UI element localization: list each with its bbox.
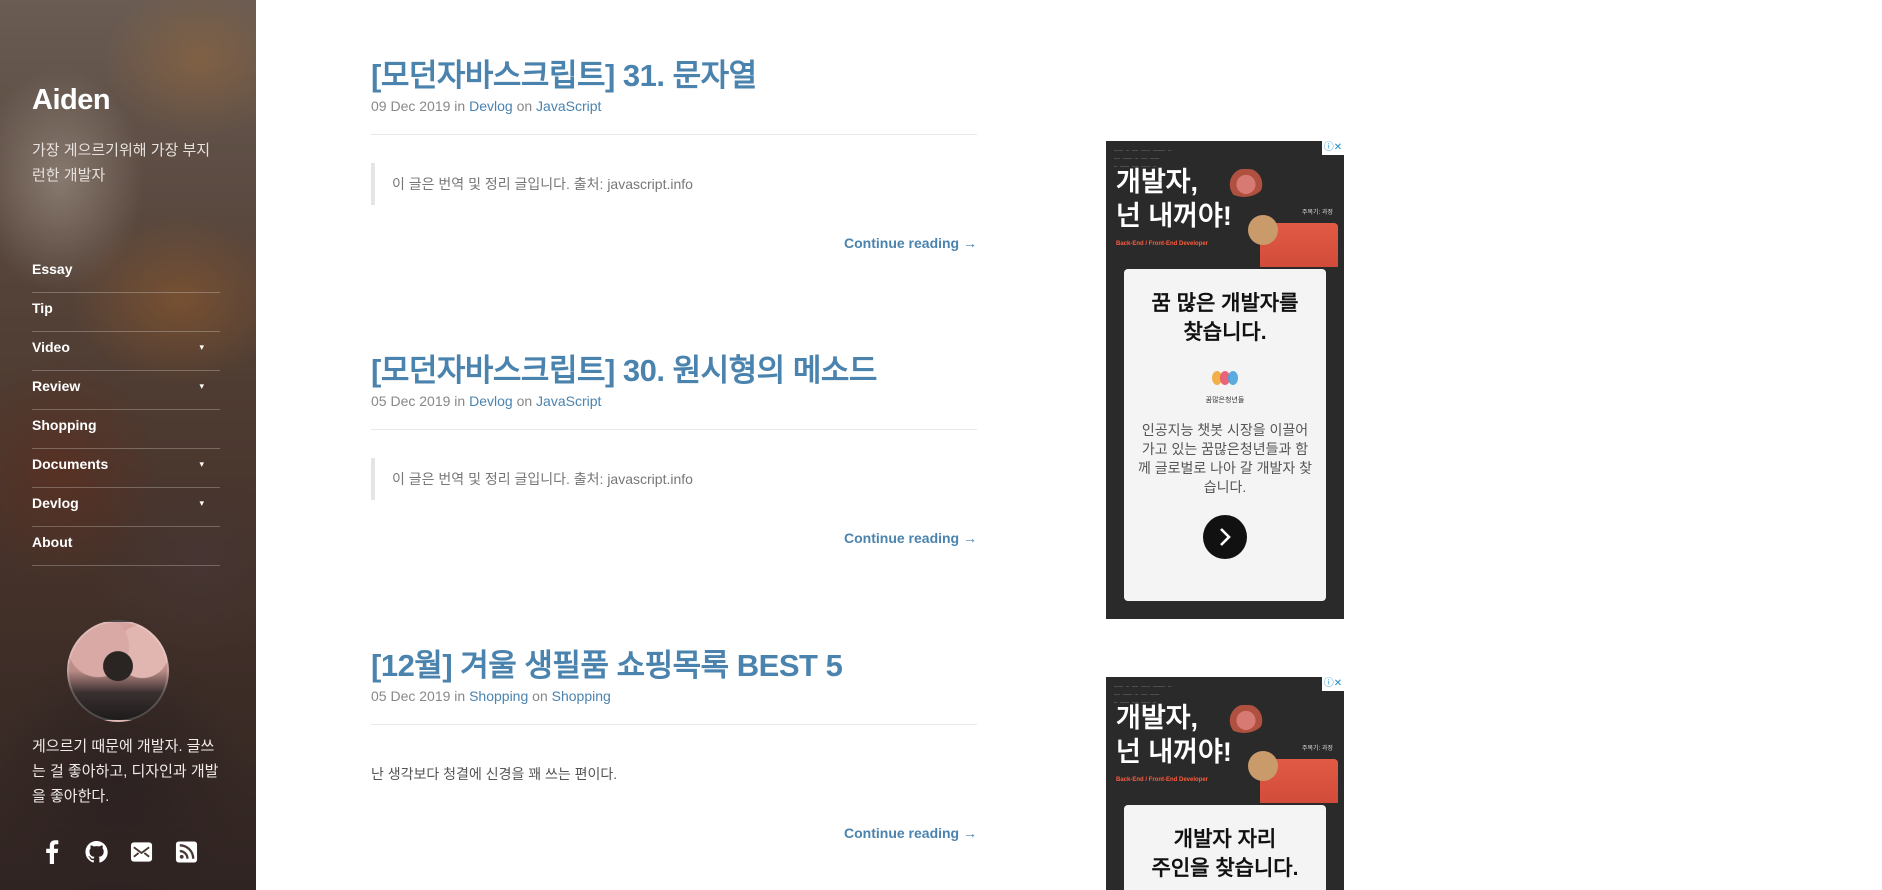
post-category-link[interactable]: Shopping: [469, 688, 528, 704]
sidebar-item-label: Devlog: [32, 495, 79, 511]
chevron-right-icon[interactable]: [1203, 515, 1247, 559]
adchoices-icon[interactable]: ⓘ✕: [1322, 141, 1344, 155]
ad-headline-line: 개발자,: [1116, 167, 1199, 197]
meta-in-word: in: [454, 98, 466, 114]
caret-down-icon[interactable]: ▾: [199, 488, 204, 518]
adchoices-icon[interactable]: ⓘ✕: [1322, 677, 1344, 691]
meta-on-word: on: [532, 688, 548, 704]
continue-reading-link[interactable]: Continue reading →: [844, 530, 977, 546]
post-divider: [371, 429, 977, 430]
post-tag-link[interactable]: JavaScript: [536, 98, 601, 114]
ad-card-title-line: 개발자 자리: [1173, 828, 1277, 851]
site-title[interactable]: Aiden: [32, 84, 111, 117]
avatar: [67, 620, 169, 722]
sidebar-item-devlog[interactable]: Devlog ▾: [32, 488, 220, 527]
sidebar-item-label: Review: [32, 378, 81, 394]
post-excerpt: 난 생각보다 청결에 신경을 꽤 쓰는 편이다.: [371, 766, 618, 782]
post-date: 05 Dec 2019: [371, 393, 451, 409]
ad-card[interactable]: 꿈 많은 개발자를 찾습니다. 꿈많은청년들 인공지능 챗봇 시장을 이끌어가고…: [1124, 269, 1326, 601]
person-illustration: [1248, 215, 1338, 267]
github-icon[interactable]: [85, 840, 108, 863]
ad-subline: Back-End / Front-End Developer: [1116, 241, 1209, 247]
ad-headline: 개발자, 넌 내꺼야!: [1116, 701, 1232, 769]
rss-icon[interactable]: [175, 840, 198, 863]
post-meta: 05 Dec 2019 in Devlog on JavaScript: [371, 393, 601, 409]
caret-down-icon[interactable]: ▾: [199, 371, 204, 401]
sidebar-item-label: Shopping: [32, 417, 97, 433]
ad-headline: 개발자, 넌 내꺼야!: [1116, 165, 1232, 233]
post-title[interactable]: [12월] 겨울 생필품 쇼핑목록 BEST 5: [371, 640, 977, 685]
sidebar-item-label: Essay: [32, 261, 73, 277]
ad-card-title: 개발자 자리 주인을 찾습니다.: [1124, 825, 1326, 883]
ad-tag-text: 주목기: 과정: [1302, 210, 1333, 216]
caret-down-icon[interactable]: ▾: [199, 332, 204, 362]
ad-headline-line: 넌 내꺼야!: [1116, 737, 1232, 767]
meta-on-word: on: [516, 393, 533, 409]
post-category-link[interactable]: Devlog: [469, 98, 513, 114]
post-item: [12월] 겨울 생필품 쇼핑목록 BEST 5 05 Dec 2019 in …: [371, 640, 977, 841]
post-item: [모던자바스크립트] 30. 원시형의 메소드 05 Dec 2019 in D…: [371, 345, 977, 546]
ad-card-title-line: 찾습니다.: [1183, 321, 1267, 344]
post-tag-link[interactable]: JavaScript: [536, 393, 601, 409]
post-excerpt-quote: 이 글은 번역 및 정리 글입니다. 출처: javascript.info: [371, 458, 971, 500]
post-date: 09 Dec 2019: [371, 98, 451, 114]
social-links: [40, 839, 198, 864]
sidebar-nav: Essay Tip Video ▾ Review ▾ Shopping Docume…: [32, 254, 220, 566]
meta-in-word: in: [454, 688, 466, 704]
sidebar: Aiden 가장 게으르기위해 가장 부지런한 개발자 Essay Tip Vi…: [0, 0, 256, 890]
sidebar-item-label: Documents: [32, 456, 109, 472]
ad-card-title-line: 주인을 찾습니다.: [1151, 857, 1299, 880]
person-illustration: [1248, 751, 1338, 803]
sidebar-item-essay[interactable]: Essay: [32, 254, 220, 293]
post-meta: 09 Dec 2019 in Devlog on JavaScript: [371, 98, 601, 114]
mail-icon[interactable]: [130, 840, 153, 863]
post-excerpt-quote: 이 글은 번역 및 정리 글입니다. 출처: javascript.info: [371, 163, 971, 205]
post-divider: [371, 724, 977, 725]
post-meta: 05 Dec 2019 in Shopping on Shopping: [371, 688, 611, 704]
sidebar-item-shopping[interactable]: Shopping: [32, 410, 220, 449]
ad-headline-line: 개발자,: [1116, 703, 1199, 733]
ad-card-title: 꿈 많은 개발자를 찾습니다.: [1124, 289, 1326, 347]
ad-headline-line: 넌 내꺼야!: [1116, 201, 1232, 231]
author-bio: 게으르기 때문에 개발자. 글쓰는 걸 좋아하고, 디자인과 개발을 좋아한다.: [32, 738, 219, 805]
sidebar-item-review[interactable]: Review ▾: [32, 371, 220, 410]
company-logo-icon: [1210, 371, 1240, 393]
sidebar-item-label: About: [32, 534, 73, 550]
ad-banner[interactable]: ⓘ✕ ─── ─ ── ─── ──── ─ ── ─── ─ ── ─── ─ ─…: [1106, 141, 1344, 619]
sidebar-item-label: Video: [32, 339, 70, 355]
ad-subline: Back-End / Front-End Developer: [1116, 777, 1209, 783]
ad-banner[interactable]: ⓘ✕ ─── ─ ── ─── ──── ─ ── ─── ─ ── ─── ─ ─…: [1106, 677, 1344, 890]
post-tag-link[interactable]: Shopping: [552, 688, 611, 704]
post-title[interactable]: [모던자바스크립트] 30. 원시형의 메소드: [371, 345, 977, 390]
ad-card[interactable]: 개발자 자리 주인을 찾습니다.: [1124, 805, 1326, 890]
sidebar-item-about[interactable]: About: [32, 527, 220, 566]
ad-card-title-line: 꿈 많은 개발자를: [1151, 292, 1299, 315]
meta-on-word: on: [516, 98, 533, 114]
post-divider: [371, 134, 977, 135]
post-item: [모던자바스크립트] 31. 문자열 09 Dec 2019 in Devlog…: [371, 50, 977, 251]
site-description: 가장 게으르기위해 가장 부지런한 개발자: [32, 142, 211, 184]
post-date: 05 Dec 2019: [371, 688, 451, 704]
caret-down-icon[interactable]: ▾: [199, 449, 204, 479]
post-title[interactable]: [모던자바스크립트] 31. 문자열: [371, 50, 977, 95]
facebook-icon[interactable]: [40, 839, 63, 864]
ad-tag-text: 주목기: 과정: [1302, 746, 1333, 752]
ad-card-body: 인공지능 챗봇 시장을 이끌어가고 있는 꿈많은청년들과 함께 글로벌로 나아 …: [1138, 422, 1313, 495]
continue-reading-link[interactable]: Continue reading →: [844, 825, 977, 841]
company-logo-text: 꿈많은청년들: [1205, 397, 1245, 404]
sidebar-item-documents[interactable]: Documents ▾: [32, 449, 220, 488]
sidebar-item-label: Tip: [32, 300, 53, 316]
sidebar-item-video[interactable]: Video ▾: [32, 332, 220, 371]
post-category-link[interactable]: Devlog: [469, 393, 513, 409]
meta-in-word: in: [454, 393, 466, 409]
sidebar-item-tip[interactable]: Tip: [32, 293, 220, 332]
continue-reading-link[interactable]: Continue reading →: [844, 235, 977, 251]
